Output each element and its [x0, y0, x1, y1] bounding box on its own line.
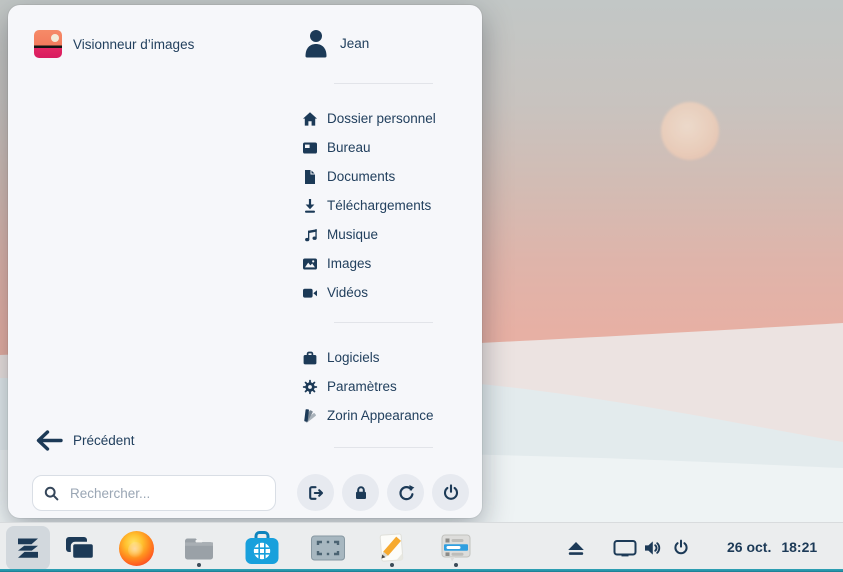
- dialog-icon: [441, 534, 471, 562]
- image-viewer-icon: [34, 30, 62, 58]
- search-box: [32, 475, 276, 511]
- firefox-button[interactable]: [114, 526, 158, 570]
- power-icon: [442, 484, 460, 502]
- menu-item-zorin-appearance[interactable]: Zorin Appearance: [302, 401, 434, 430]
- logout-icon: [307, 484, 325, 502]
- picture-icon: [302, 256, 318, 272]
- separator: [334, 83, 433, 84]
- menu-item-images[interactable]: Images: [302, 249, 436, 278]
- user-button[interactable]: Jean: [302, 25, 369, 61]
- eject-button[interactable]: [561, 534, 591, 562]
- power-button[interactable]: [432, 474, 469, 511]
- screenshot-tool-button[interactable]: [306, 526, 350, 570]
- menu-item-musique[interactable]: Musique: [302, 220, 436, 249]
- gear-icon: [302, 379, 318, 395]
- video-icon: [302, 285, 318, 301]
- display-icon: [613, 539, 637, 558]
- places-list: Dossier personnel Bureau Documents Téléc…: [302, 104, 436, 307]
- app-menu-panel: Visionneur d’images Jean Dossier personn…: [8, 5, 482, 518]
- user-avatar-icon: [302, 27, 330, 59]
- lock-button[interactable]: [342, 474, 379, 511]
- zorin-menu-button[interactable]: [6, 526, 50, 570]
- app-label: Visionneur d’images: [73, 37, 194, 52]
- tray-power-button[interactable]: [666, 534, 696, 562]
- search-icon: [44, 486, 59, 501]
- running-indicator-text-editor: [390, 563, 394, 567]
- volume-button[interactable]: [638, 534, 668, 562]
- volume-icon: [644, 540, 662, 556]
- lock-icon: [352, 484, 370, 502]
- menu-item-videos[interactable]: Vidéos: [302, 278, 436, 307]
- clock-date: 26 oct.: [727, 539, 771, 555]
- software-store-button[interactable]: [240, 526, 284, 570]
- running-indicator-files: [197, 563, 201, 567]
- menu-item-telechargements[interactable]: Téléchargements: [302, 191, 436, 220]
- separator: [334, 447, 433, 448]
- back-button[interactable]: Précédent: [34, 424, 135, 456]
- download-icon: [302, 198, 318, 214]
- menu-item-bureau[interactable]: Bureau: [302, 133, 436, 162]
- power-icon: [672, 539, 690, 557]
- search-input[interactable]: [68, 485, 264, 502]
- menu-item-dossier-personnel[interactable]: Dossier personnel: [302, 104, 436, 133]
- back-arrow-icon: [34, 428, 63, 453]
- music-icon: [302, 227, 318, 243]
- eject-icon: [567, 541, 585, 556]
- clock[interactable]: 26 oct. 18:21: [727, 523, 817, 570]
- firefox-icon: [119, 531, 154, 566]
- menu-item-parametres[interactable]: Paramètres: [302, 372, 434, 401]
- user-name: Jean: [340, 36, 369, 51]
- folder-icon: [182, 534, 216, 562]
- zorin-logo-icon: [12, 532, 44, 564]
- menu-app-image-viewer[interactable]: Visionneur d’images: [34, 27, 194, 61]
- menu-item-logiciels[interactable]: Logiciels: [302, 343, 434, 372]
- back-label: Précédent: [73, 433, 135, 448]
- store-icon: [244, 531, 280, 565]
- document-icon: [302, 169, 318, 185]
- running-indicator-dialog-tool: [454, 563, 458, 567]
- moon: [661, 102, 719, 160]
- screenshot-icon: [310, 534, 346, 562]
- restart-button[interactable]: [387, 474, 424, 511]
- taskbar: 26 oct. 18:21: [0, 522, 843, 572]
- window-switcher-button[interactable]: [58, 526, 102, 570]
- logout-button[interactable]: [297, 474, 334, 511]
- session-buttons: [297, 474, 469, 511]
- zorin-appearance-icon: [302, 408, 318, 424]
- display-button[interactable]: [610, 534, 640, 562]
- windows-icon: [64, 535, 96, 562]
- clock-time: 18:21: [781, 539, 817, 555]
- menu-item-documents[interactable]: Documents: [302, 162, 436, 191]
- restart-icon: [397, 484, 415, 502]
- text-editor-icon: [376, 532, 408, 564]
- system-list: Logiciels Paramètres Zorin Appe: [302, 343, 434, 430]
- software-bag-icon: [302, 350, 318, 366]
- home-icon: [302, 111, 318, 127]
- separator: [334, 322, 433, 323]
- desktop-icon: [302, 140, 318, 156]
